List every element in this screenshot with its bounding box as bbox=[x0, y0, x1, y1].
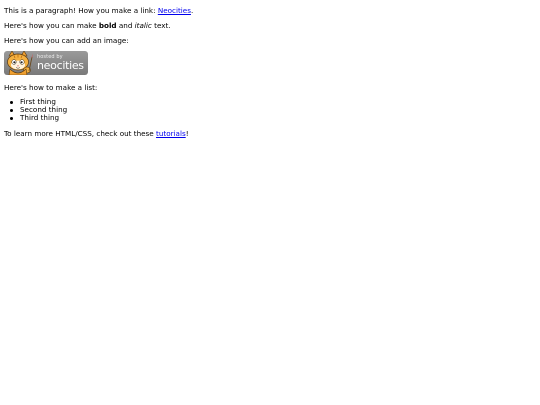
bullet-icon bbox=[10, 116, 13, 120]
formatting-text-start: Here's how you can make bbox=[4, 21, 99, 30]
tutorials-text: To learn more HTML/CSS, check out these bbox=[4, 129, 157, 138]
intro-paragraph: This is a paragraph! How you make a link… bbox=[4, 6, 193, 15]
neocities-cat-icon bbox=[7, 51, 33, 75]
badge-brand-text: neocities bbox=[37, 59, 84, 72]
list-intro-paragraph: Here's how to make a list: bbox=[4, 83, 98, 92]
bullet-icon bbox=[10, 108, 13, 112]
intro-period: . bbox=[190, 6, 194, 15]
hosted-by-neocities-image: hosted by neocities bbox=[4, 51, 88, 75]
page-body: { "para1": { "text": "This is a paragrap… bbox=[0, 0, 540, 405]
bullet-icon bbox=[10, 100, 13, 104]
tutorials-exclamation: ! bbox=[185, 129, 189, 138]
intro-text: This is a paragraph! How you make a link… bbox=[4, 6, 158, 15]
formatting-text-end: text. bbox=[151, 21, 171, 30]
tutorials-link[interactable]: tutorials bbox=[156, 129, 186, 138]
italic-text: italic bbox=[134, 21, 152, 30]
formatting-paragraph: Here's how you can make bold and italic … bbox=[4, 21, 171, 30]
example-list: First thing Second thing Third thing bbox=[4, 98, 67, 122]
formatting-text-middle: and bbox=[116, 21, 135, 30]
bold-text: bold bbox=[98, 21, 117, 30]
list-item: Third thing bbox=[4, 114, 67, 122]
neocities-link[interactable]: Neocities bbox=[158, 6, 191, 15]
tutorials-paragraph: To learn more HTML/CSS, check out these … bbox=[4, 129, 189, 138]
list-item-text: Third thing bbox=[20, 113, 60, 122]
neocities-badge: hosted by neocities bbox=[4, 51, 88, 75]
image-paragraph: Here's how you can add an image: bbox=[4, 36, 129, 45]
